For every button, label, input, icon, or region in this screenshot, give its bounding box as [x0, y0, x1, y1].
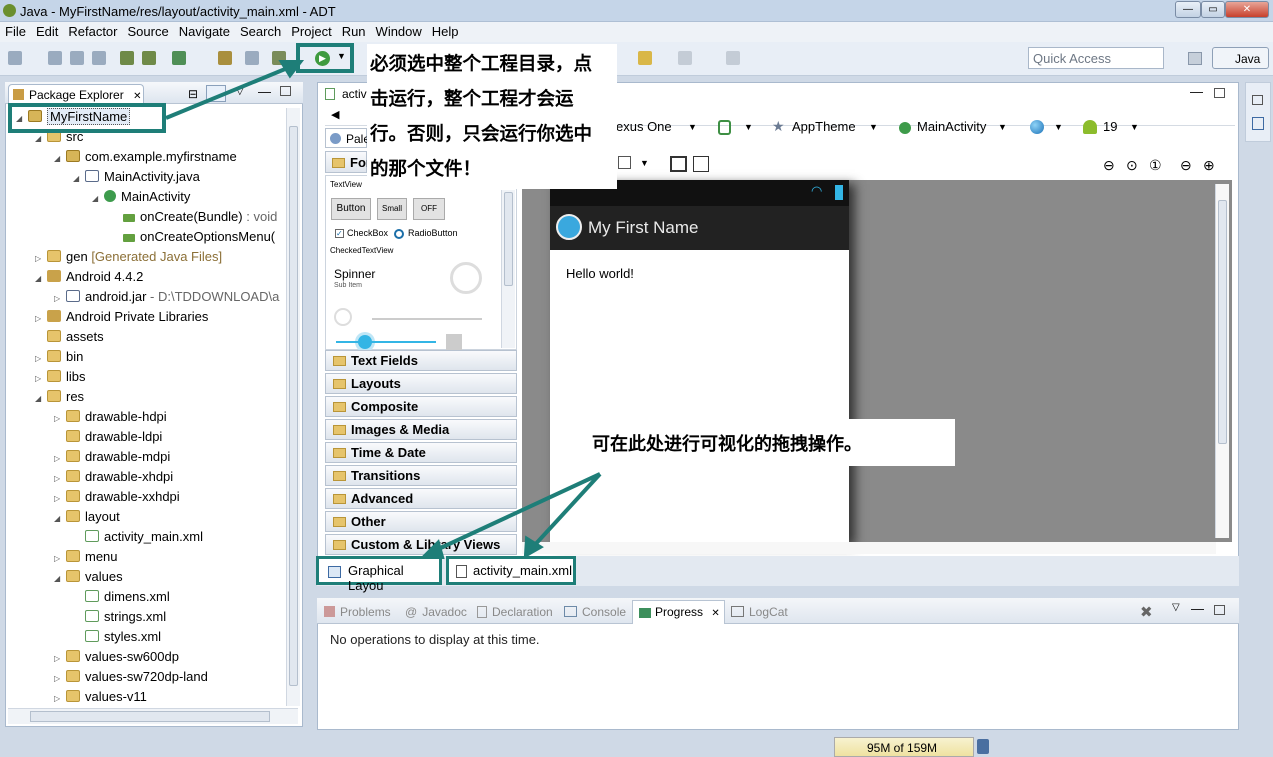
arrow-to-xml	[530, 472, 602, 550]
annotation-arrows	[165, 60, 602, 559]
arrow-to-graphical	[431, 472, 601, 554]
arrow-to-run	[165, 65, 291, 120]
arrow-to-graphical-head	[419, 539, 445, 559]
arrow-to-run-head	[278, 60, 305, 79]
